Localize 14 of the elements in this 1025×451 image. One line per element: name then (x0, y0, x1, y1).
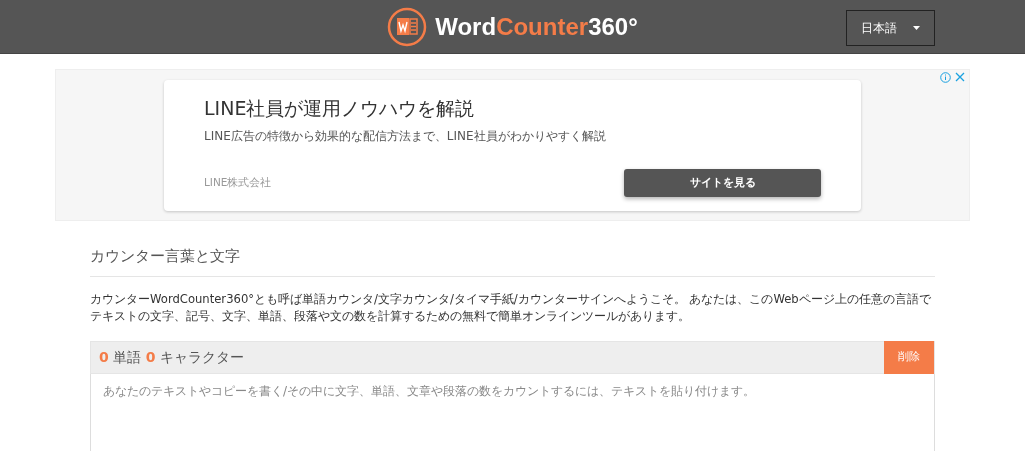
document-logo-icon (387, 6, 428, 47)
visit-site-button[interactable]: サイトを見る (624, 169, 821, 197)
intro-paragraph: カウンターWordCounter360°とも呼ば単語カウンタ/文字カウンタ/タイマ手紙/カウンターサインへようこそ。 あなたは、このWebページ上の任意の言語でテキストの文字、記号、文字、単語、段落や文の数を計算するための無料で簡単オンラインツールがあります。 (90, 290, 932, 325)
ad-title: LINE社員が運用ノウハウを解説 (204, 96, 476, 121)
language-dropdown[interactable]: 日本語 (846, 10, 935, 46)
caret-icon (913, 26, 920, 30)
text-input-area[interactable]: あなたのテキストやコピーを書く/その中に文字、単語、文章や段落の数をカウントするには、テキストを貼り付けます。 (90, 373, 935, 451)
word-character-count: 0 単語 0 キャラクター (98, 347, 244, 367)
ad-description: LINE広告の特徴から効果的な配信方法まで、LINE社員がわかりやすく解説 (204, 127, 607, 145)
info-icon[interactable] (940, 72, 951, 83)
close-icon[interactable] (955, 72, 965, 82)
logo-text: WordCounter360° (435, 11, 638, 42)
advertiser-name: LINE株式会社 (204, 175, 272, 191)
section-title: カウンター言葉と文字 (90, 245, 935, 277)
